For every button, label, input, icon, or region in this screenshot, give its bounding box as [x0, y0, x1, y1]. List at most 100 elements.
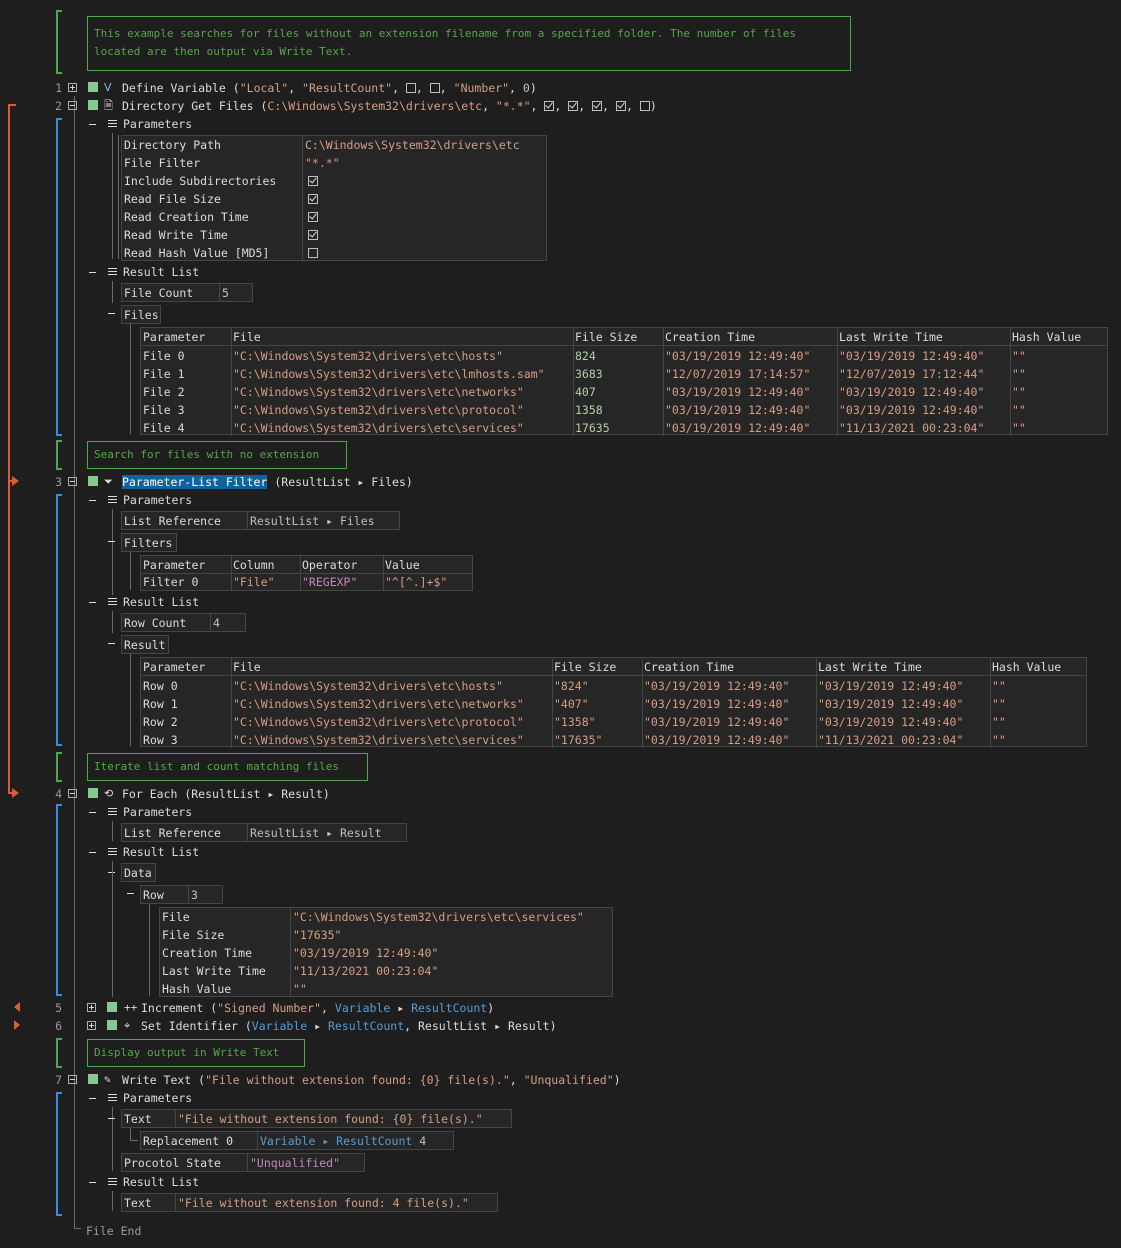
column-header[interactable]: File Size — [575, 328, 637, 346]
checkbox[interactable] — [615, 101, 626, 111]
collapse-icon[interactable] — [68, 789, 77, 798]
line-3-command[interactable]: Parameter-List Filter (ResultList ▸ File… — [122, 473, 413, 491]
column-header[interactable]: Hash Value — [1012, 328, 1081, 346]
table-cell: File 1 — [143, 367, 185, 381]
table-cell: "03/19/2019 12:49:40" — [665, 349, 811, 363]
collapse-minus-icon[interactable] — [127, 893, 134, 894]
line-5-command[interactable]: Increment ("Signed Number", Variable ▸ R… — [141, 999, 494, 1017]
enabled-indicator[interactable] — [107, 1002, 117, 1012]
tree-line — [130, 324, 131, 434]
comment-search[interactable]: Search for files with no extension — [87, 441, 347, 469]
data-label: Creation Time — [162, 946, 253, 960]
collapse-icon[interactable] — [68, 1075, 77, 1084]
column-header[interactable]: Creation Time — [644, 658, 734, 676]
parameters-header[interactable]: Parameters — [123, 115, 192, 133]
field-value-var: ResultCount — [336, 1134, 413, 1148]
enabled-indicator[interactable] — [88, 100, 98, 110]
collapse-minus-icon[interactable] — [89, 124, 96, 125]
column-header[interactable]: Parameter — [143, 556, 205, 574]
comment-display[interactable]: Display output in Write Text — [87, 1039, 305, 1067]
expand-icon[interactable] — [87, 1003, 96, 1012]
collapse-minus-icon[interactable] — [108, 1118, 115, 1119]
column-header[interactable]: Parameter — [143, 328, 205, 346]
enabled-indicator[interactable] — [88, 788, 98, 798]
intro-comment[interactable]: This example searches for files without … — [87, 16, 851, 71]
result-list-header[interactable]: Result List — [123, 263, 199, 281]
enabled-indicator[interactable] — [88, 1074, 98, 1084]
param-checkbox[interactable] — [308, 176, 318, 186]
expand-icon[interactable] — [68, 83, 77, 92]
filters-node[interactable]: Filters — [121, 533, 177, 552]
parameters-header[interactable]: Parameters — [123, 491, 192, 509]
checkbox[interactable] — [429, 83, 440, 93]
collapse-minus-icon[interactable] — [89, 272, 96, 273]
row-data-table: File "C:\Windows\System32\drivers\etc\ser… — [159, 907, 613, 997]
collapse-minus-icon[interactable] — [108, 643, 115, 644]
column-header[interactable]: Column — [233, 556, 275, 574]
result-node[interactable]: Result — [121, 635, 169, 654]
field-label: Replacement 0 — [143, 1134, 234, 1148]
column-header[interactable]: Value — [385, 556, 420, 574]
line-number: 5 — [55, 1001, 62, 1015]
result-list-header[interactable]: Result List — [123, 843, 199, 861]
param-checkbox[interactable] — [308, 248, 318, 258]
row-node[interactable]: Row 3 — [140, 885, 223, 904]
checkbox[interactable] — [405, 83, 416, 93]
collapse-minus-icon[interactable] — [89, 1182, 96, 1183]
table-cell: "C:\Windows\System32\drivers\etc\protoco… — [233, 403, 524, 417]
field-value: "Unqualified" — [250, 1156, 341, 1170]
enabled-indicator[interactable] — [88, 476, 98, 486]
expand-icon[interactable] — [87, 1021, 96, 1030]
column-header[interactable]: Hash Value — [992, 658, 1061, 676]
list-icon — [108, 848, 117, 855]
column-header[interactable]: Parameter — [143, 658, 205, 676]
checkbox[interactable] — [568, 101, 579, 111]
collapse-minus-icon[interactable] — [89, 852, 96, 853]
collapse-minus-icon[interactable] — [89, 812, 96, 813]
data-node[interactable]: Data — [121, 863, 156, 882]
table-cell: "C:\Windows\System32\drivers\etc\service… — [233, 733, 524, 747]
line-4-command[interactable]: For Each (ResultList ▸ Result) — [122, 785, 330, 803]
checkbox[interactable] — [639, 101, 650, 111]
column-header[interactable]: File — [233, 658, 261, 676]
table-cell: Row 1 — [143, 697, 178, 711]
collapse-minus-icon[interactable] — [89, 1098, 96, 1099]
param-checkbox[interactable] — [308, 212, 318, 222]
line-2-command[interactable]: Directory Get Files (C:\Windows\System32… — [122, 97, 657, 115]
parameters-header[interactable]: Parameters — [123, 1089, 192, 1107]
column-header[interactable]: Last Write Time — [818, 658, 922, 676]
collapse-minus-icon[interactable] — [89, 500, 96, 501]
table-cell: "03/19/2019 12:49:40" — [818, 715, 964, 729]
arg-kind: Variable — [251, 1019, 308, 1033]
comment-iterate[interactable]: Iterate list and count matching files — [87, 753, 368, 781]
collapse-icon[interactable] — [68, 101, 77, 110]
enabled-indicator[interactable] — [88, 82, 98, 92]
checkbox[interactable] — [544, 101, 555, 111]
column-header[interactable]: Last Write Time — [839, 328, 943, 346]
collapse-minus-icon[interactable] — [108, 313, 115, 314]
param-checkbox[interactable] — [308, 194, 318, 204]
enabled-indicator[interactable] — [107, 1020, 117, 1030]
step-forward-arrow-icon[interactable] — [14, 1020, 20, 1030]
parameters-header[interactable]: Parameters — [123, 803, 192, 821]
result-list-header[interactable]: Result List — [123, 1173, 199, 1191]
collapse-minus-icon[interactable] — [89, 602, 96, 603]
table-cell: "11/13/2021 00:23:04" — [818, 733, 964, 747]
table-cell: "^[^.]+$" — [385, 575, 448, 589]
table-cell: Row 0 — [143, 679, 178, 693]
column-header[interactable]: Creation Time — [665, 328, 755, 346]
line-7-command[interactable]: Write Text ("File without extension foun… — [122, 1071, 621, 1089]
param-checkbox[interactable] — [308, 230, 318, 240]
files-node[interactable]: Files — [121, 305, 161, 324]
line-1-command[interactable]: Define Variable ("Local", "ResultCount",… — [122, 79, 537, 97]
collapse-icon[interactable] — [68, 477, 77, 486]
collapse-minus-icon[interactable] — [108, 541, 115, 542]
result-list-header[interactable]: Result List — [123, 593, 199, 611]
comment-bracket-cap — [56, 1038, 62, 1040]
column-header[interactable]: File — [233, 328, 261, 346]
column-header[interactable]: Operator — [302, 556, 357, 574]
column-header[interactable]: File Size — [554, 658, 616, 676]
line-6-command[interactable]: Set Identifier (Variable ▸ ResultCount, … — [141, 1017, 557, 1035]
checkbox[interactable] — [592, 101, 603, 111]
step-back-arrow-icon[interactable] — [14, 1002, 20, 1012]
